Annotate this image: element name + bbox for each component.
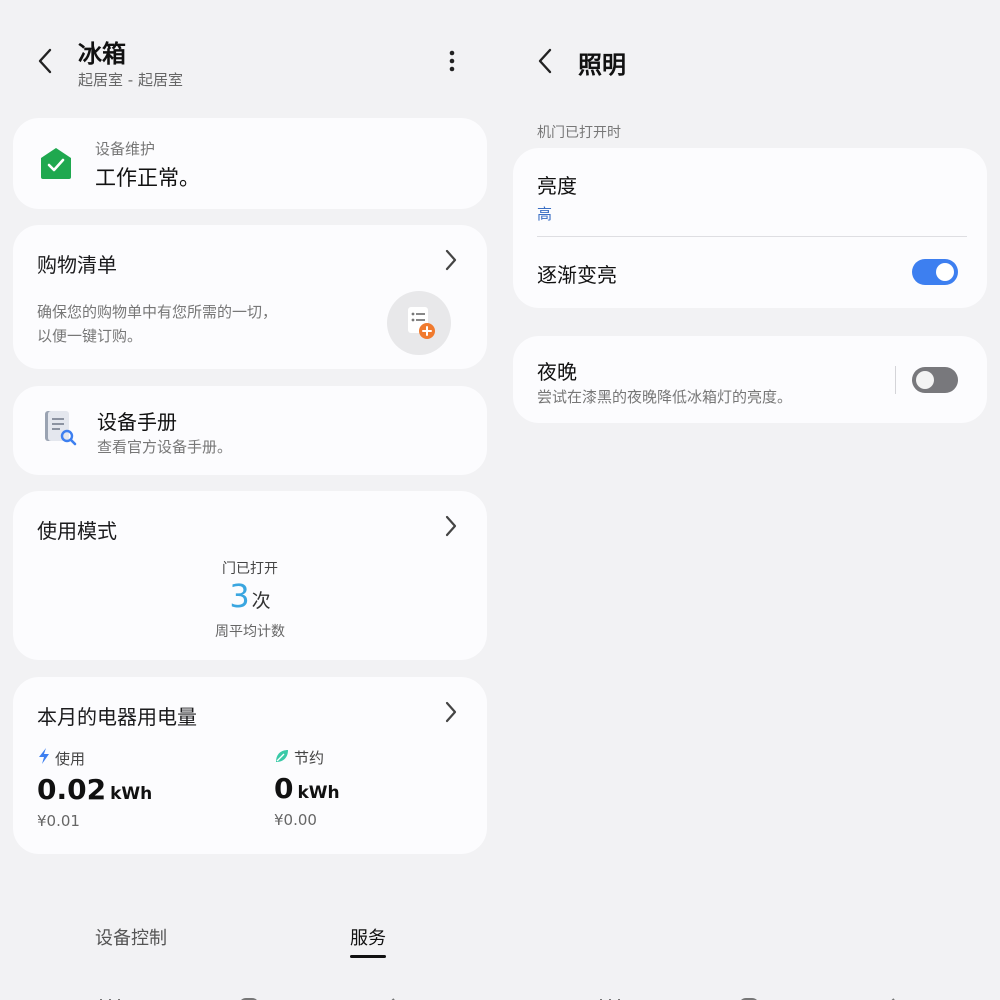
home-icon[interactable] (738, 990, 760, 1000)
device-manual-card[interactable]: 设备手册 查看官方设备手册。 (13, 386, 487, 475)
energy-used-value: 0.02 (37, 773, 107, 806)
door-count: 3次 (13, 577, 487, 615)
gradual-brighten-label: 逐渐变亮 (537, 263, 617, 287)
page-title: 冰箱 (78, 40, 126, 68)
brightness-value: 高 (537, 205, 553, 223)
lighting-panel: 照明 机门已打开时 亮度 高 逐渐变亮 夜晚 尝试在漆黑的夜晚降低冰箱灯的亮度。 (500, 0, 1000, 1000)
energy-saved: 节约 0 kWh ¥0.00 (274, 747, 340, 829)
energy-used-unit: kWh (110, 784, 153, 804)
door-count-value: 3 (229, 577, 250, 615)
night-mode-desc: 尝试在漆黑的夜晚降低冰箱灯的亮度。 (537, 388, 793, 406)
home-check-icon (39, 146, 73, 180)
maintenance-card[interactable]: 设备维护 工作正常。 (13, 118, 487, 209)
energy-saved-cost: ¥0.00 (274, 811, 317, 829)
tab-services-label: 服务 (350, 928, 386, 949)
shopping-list-title: 购物清单 (37, 253, 117, 277)
night-lighting-card[interactable]: 夜晚 尝试在漆黑的夜晚降低冰箱灯的亮度。 (513, 336, 987, 423)
lightning-icon (37, 747, 51, 769)
door-opened-caption: 门已打开 (222, 561, 278, 577)
shopping-list-desc-2: 以便一键订购。 (37, 327, 143, 345)
recent-apps-icon[interactable] (598, 990, 622, 1000)
tab-device-control[interactable]: 设备控制 (95, 924, 167, 950)
section-label: 机门已打开时 (537, 125, 621, 141)
energy-saved-value: 0 (274, 772, 294, 805)
device-manual-title: 设备手册 (97, 410, 177, 434)
page-subtitle: 起居室 - 起居室 (78, 71, 183, 89)
gradual-brighten-toggle[interactable] (912, 259, 958, 285)
page-title: 照明 (578, 51, 626, 79)
night-mode-toggle[interactable] (912, 367, 958, 393)
maintenance-status: 工作正常。 (95, 166, 200, 190)
energy-saved-label: 节约 (294, 749, 325, 767)
fridge-panel: 冰箱 起居室 - 起居室 设备维护 工作正常。 购物清单 确保您的购物单中有您所… (0, 0, 500, 1000)
home-icon[interactable] (238, 990, 260, 1000)
toggle-knob (936, 263, 954, 281)
brightness-label: 亮度 (537, 174, 577, 198)
chevron-right-icon (443, 247, 459, 273)
back-nav-icon[interactable] (880, 990, 900, 1000)
back-nav-icon[interactable] (380, 990, 400, 1000)
more-options-icon[interactable] (442, 46, 462, 76)
energy-used-label: 使用 (55, 749, 86, 768)
door-open-lighting-card: 亮度 高 逐渐变亮 (513, 148, 987, 308)
shopping-list-card[interactable]: 购物清单 确保您的购物单中有您所需的一切， 以便一键订购。 (13, 225, 487, 369)
energy-usage-card[interactable]: 本月的电器用电量 使用 0.02 kWh ¥0.01 节约 0 kWh ¥0.00 (13, 677, 487, 854)
energy-used-cost: ¥0.01 (37, 812, 80, 830)
divider (895, 366, 896, 394)
divider (537, 236, 967, 237)
energy-saved-unit: kWh (297, 783, 340, 803)
weekly-average-caption: 周平均计数 (215, 624, 285, 640)
usage-pattern-title: 使用模式 (37, 519, 117, 543)
energy-used: 使用 0.02 kWh ¥0.01 (37, 747, 152, 830)
tab-services[interactable]: 服务 (350, 924, 386, 958)
toggle-knob (916, 371, 934, 389)
door-count-unit: 次 (251, 590, 271, 612)
usage-pattern-card[interactable]: 使用模式 门已打开 3次 周平均计数 (13, 491, 487, 660)
recent-apps-icon[interactable] (98, 990, 122, 1000)
chevron-right-icon (443, 513, 459, 539)
leaf-icon (274, 748, 290, 768)
shopping-list-desc-1: 确保您的购物单中有您所需的一切， (37, 303, 278, 321)
active-tab-indicator (350, 955, 386, 958)
manual-search-icon (43, 408, 77, 448)
night-mode-label: 夜晚 (537, 360, 577, 384)
energy-usage-title: 本月的电器用电量 (37, 705, 197, 729)
brightness-setting[interactable]: 亮度 高 (537, 170, 577, 224)
back-arrow-icon[interactable] (534, 46, 558, 76)
chevron-right-icon (443, 699, 459, 725)
shopping-list-add-icon[interactable] (387, 291, 451, 355)
back-arrow-icon[interactable] (34, 46, 58, 76)
maintenance-label: 设备维护 (95, 140, 156, 158)
device-manual-desc: 查看官方设备手册。 (97, 438, 233, 456)
